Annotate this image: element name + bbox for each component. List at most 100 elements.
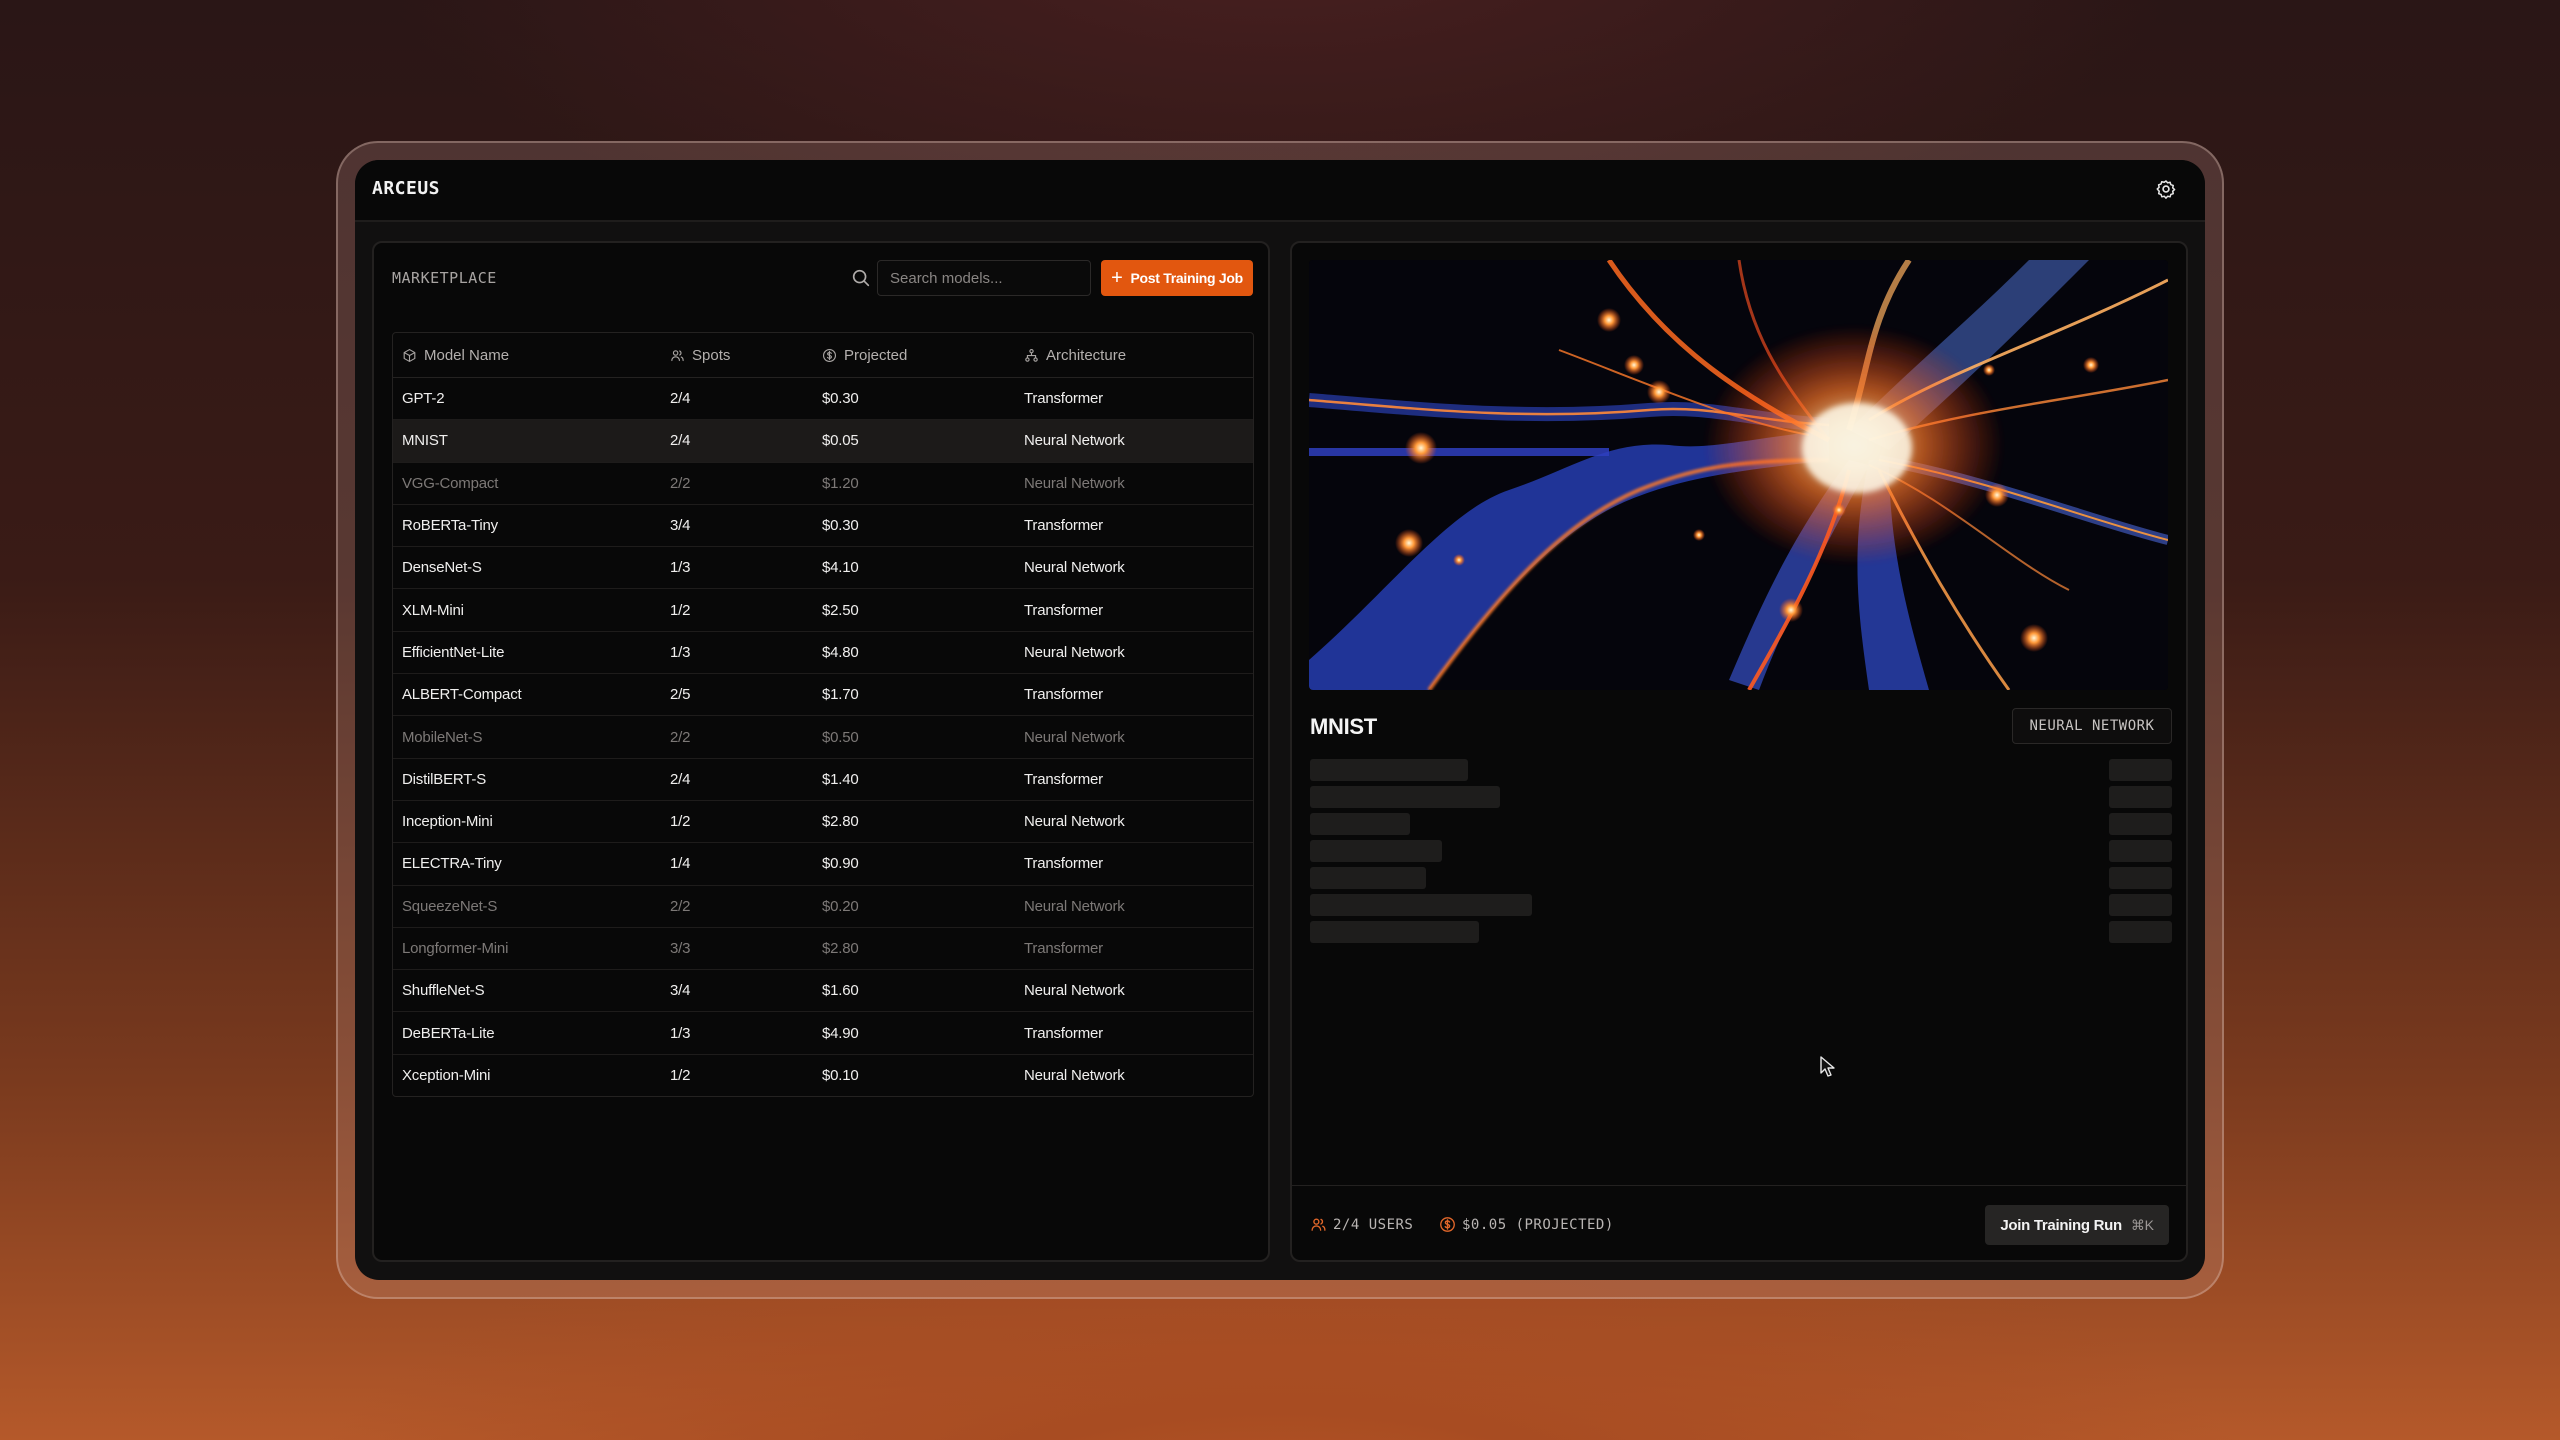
architecture-badge: NEURAL NETWORK (2012, 708, 2172, 744)
spots-cell: 1/3 (670, 643, 691, 661)
post-training-job-button[interactable]: + Post Training Job (1101, 260, 1253, 296)
post-training-job-label: Post Training Job (1130, 270, 1244, 286)
projected-cell: $1.40 (822, 770, 859, 788)
join-training-run-label: Join Training Run (2000, 1216, 2122, 1234)
app-window: ARCEUS MARKETPLACE + Post Training Job M… (355, 160, 2205, 1280)
architecture-cell: Transformer (1024, 686, 1103, 704)
dollar-circle-icon (1440, 1217, 1455, 1232)
model-name-cell: MobileNet-S (402, 728, 483, 746)
architecture-cell: Transformer (1024, 855, 1103, 873)
column-label: Projected (844, 346, 908, 364)
projected-cell: $0.05 (822, 432, 859, 450)
join-training-run-button[interactable]: Join Training Run ⌘K (1985, 1205, 2169, 1245)
model-hero-image (1309, 260, 2168, 690)
table-row[interactable]: DistilBERT-S 2/4 $1.40 Transformer (393, 759, 1253, 801)
table-row[interactable]: ALBERT-Compact 2/5 $1.70 Transformer (393, 674, 1253, 717)
spots-cell: 1/3 (670, 559, 691, 577)
table-row[interactable]: EfficientNet-Lite 1/3 $4.80 Neural Network (393, 632, 1253, 675)
model-detail-panel: MNIST NEURAL NETWORK 2/4 USERS $0.05 (PR… (1290, 241, 2188, 1262)
skeleton-bar (1310, 759, 1468, 781)
model-name-cell: MNIST (402, 432, 448, 450)
users-icon (671, 349, 684, 361)
model-name-cell: Longformer-Mini (402, 940, 509, 957)
users-stat: 2/4 USERS (1310, 1216, 1413, 1233)
spots-cell: 1/3 (670, 1024, 691, 1042)
table-header: Model Name Spots Projected Architecture (393, 333, 1253, 378)
projected-cell: $0.90 (822, 855, 859, 873)
architecture-cell: Transformer (1024, 601, 1103, 619)
projected-cell: $4.80 (822, 643, 859, 661)
users-icon (1311, 1218, 1326, 1231)
gear-icon[interactable] (2155, 178, 2177, 200)
model-name-cell: ALBERT-Compact (402, 686, 522, 704)
table-row[interactable]: Longformer-Mini 3/3 $2.80 Transformer (393, 928, 1253, 971)
spots-cell: 1/2 (670, 601, 691, 619)
projected-cell: $1.70 (822, 686, 859, 704)
architecture-cell: Neural Network (1024, 432, 1125, 450)
architecture-cell: Transformer (1024, 940, 1103, 957)
projected-cell: $2.80 (822, 940, 859, 957)
spots-cell: 3/4 (670, 982, 691, 1000)
spots-cell: 1/2 (670, 1066, 691, 1084)
skeleton-bar (1310, 813, 1410, 835)
detail-footer: 2/4 USERS $0.05 (PROJECTED) Join Trainin… (1292, 1185, 2186, 1263)
architecture-cell: Transformer (1024, 390, 1103, 408)
keyboard-shortcut: ⌘K (2130, 1216, 2154, 1233)
projected-cell: $0.30 (822, 517, 859, 535)
model-name-cell: DistilBERT-S (402, 770, 487, 788)
model-name-cell: SqueezeNet-S (402, 897, 498, 915)
users-count: 2/4 USERS (1333, 1216, 1414, 1233)
spots-cell: 2/5 (670, 686, 691, 704)
table-row[interactable]: ELECTRA-Tiny 1/4 $0.90 Transformer (393, 843, 1253, 886)
projected-cell: $1.20 (822, 474, 859, 492)
column-header-model-name[interactable]: Model Name (393, 347, 661, 364)
table-row[interactable]: RoBERTa-Tiny 3/4 $0.30 Transformer (393, 505, 1253, 548)
table-row[interactable]: DenseNet-S 1/3 $4.10 Neural Network (393, 547, 1253, 590)
column-header-projected[interactable]: Projected (813, 347, 1015, 364)
spots-cell: 2/2 (670, 474, 691, 492)
column-header-architecture[interactable]: Architecture (1015, 347, 1253, 364)
marketplace-label: MARKETPLACE (392, 269, 497, 287)
column-header-spots[interactable]: Spots (661, 347, 813, 364)
column-label: Spots (692, 346, 731, 364)
model-name-cell: EfficientNet-Lite (402, 643, 505, 661)
skeleton-bar (1310, 786, 1500, 808)
search-input[interactable] (877, 260, 1091, 296)
architecture-cell: Transformer (1024, 770, 1103, 788)
architecture-cell: Neural Network (1024, 982, 1125, 1000)
architecture-cell: Transformer (1024, 517, 1103, 535)
projected-cell: $2.80 (822, 813, 859, 831)
projected-cell: $0.50 (822, 728, 859, 746)
table-row[interactable]: SqueezeNet-S 2/2 $0.20 Neural Network (393, 886, 1253, 928)
spots-cell: 2/4 (670, 390, 691, 408)
table-row[interactable]: GPT-2 2/4 $0.30 Transformer (393, 378, 1253, 421)
plus-icon: + (1111, 267, 1123, 289)
table-row[interactable]: ShuffleNet-S 3/4 $1.60 Neural Network (393, 970, 1253, 1013)
model-name-cell: RoBERTa-Tiny (402, 517, 498, 535)
skeleton-bar (1310, 867, 1426, 889)
projected-cell: $2.50 (822, 601, 859, 619)
table-row[interactable]: VGG-Compact 2/2 $1.20 Neural Network (393, 463, 1253, 505)
skeleton-value (2109, 840, 2172, 862)
spots-cell: 2/2 (670, 897, 691, 915)
app-header: ARCEUS (355, 160, 2205, 222)
spots-cell: 2/2 (670, 728, 691, 746)
table-row[interactable]: XLM-Mini 1/2 $2.50 Transformer (393, 589, 1253, 632)
projected-cell: $0.20 (822, 897, 859, 915)
model-name-cell: ShuffleNet-S (402, 982, 485, 1000)
projected-cell: $1.60 (822, 982, 859, 1000)
table-row[interactable]: Inception-Mini 1/2 $2.80 Neural Network (393, 801, 1253, 844)
skeleton-bar (1310, 921, 1479, 943)
table-row[interactable]: MNIST 2/4 $0.05 Neural Network (393, 420, 1253, 463)
table-row[interactable]: DeBERTa-Lite 1/3 $4.90 Transformer (393, 1012, 1253, 1055)
skeleton-value (2109, 813, 2172, 835)
architecture-cell: Neural Network (1024, 643, 1125, 661)
model-name-cell: Xception-Mini (402, 1066, 491, 1084)
cube-icon (403, 348, 416, 362)
projected-stat: $0.05 (PROJECTED) (1439, 1216, 1614, 1233)
model-name-cell: Inception-Mini (402, 813, 493, 831)
table-row[interactable]: MobileNet-S 2/2 $0.50 Neural Network (393, 716, 1253, 759)
spots-cell: 2/4 (670, 432, 691, 450)
table-row[interactable]: Xception-Mini 1/2 $0.10 Neural Network (393, 1055, 1253, 1096)
skeleton-bar (1310, 840, 1442, 862)
